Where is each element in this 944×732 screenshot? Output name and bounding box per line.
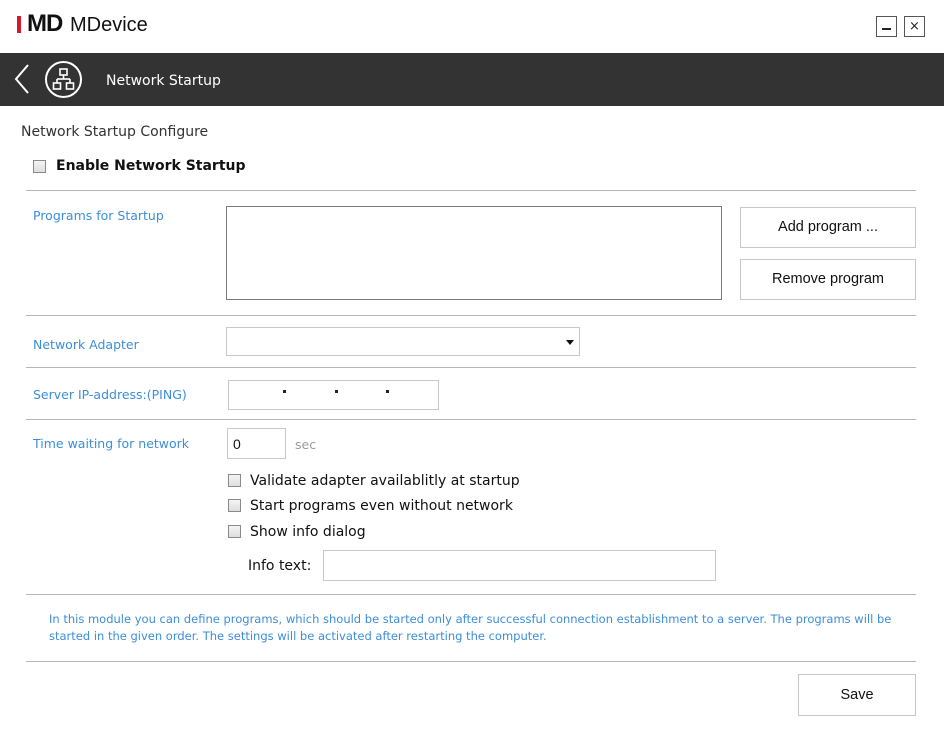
remove-program-button[interactable]: Remove program: [740, 259, 916, 300]
wait-time-unit: sec: [295, 437, 317, 452]
wait-time-input[interactable]: 0: [227, 428, 286, 459]
show-info-dialog-label: Show info dialog: [250, 524, 366, 540]
ip-separator: [283, 390, 286, 393]
divider: [26, 661, 916, 662]
network-adapter-label: Network Adapter: [33, 337, 139, 352]
divider: [26, 367, 916, 368]
save-button[interactable]: Save: [798, 674, 916, 716]
chevron-down-icon[interactable]: [566, 340, 574, 345]
divider: [26, 315, 916, 316]
enable-network-startup-label: Enable Network Startup: [56, 158, 246, 174]
logo-mark: [17, 16, 21, 33]
chevron-left-icon[interactable]: [10, 62, 34, 96]
info-text-label: Info text:: [248, 558, 312, 574]
page-title: Network Startup: [106, 73, 221, 89]
start-without-network-checkbox[interactable]: [228, 499, 241, 512]
network-icon: [45, 61, 82, 98]
show-info-dialog-checkbox[interactable]: [228, 525, 241, 538]
validate-adapter-label: Validate adapter availablitly at startup: [250, 473, 520, 489]
divider: [26, 419, 916, 420]
divider: [26, 190, 916, 191]
minimize-icon[interactable]: [876, 16, 897, 37]
module-description: In this module you can define programs, …: [49, 612, 892, 643]
server-ip-input[interactable]: [228, 380, 439, 410]
network-adapter-select[interactable]: [226, 327, 580, 356]
divider: [26, 594, 916, 595]
validate-adapter-checkbox[interactable]: [228, 474, 241, 487]
start-without-network-label: Start programs even without network: [250, 498, 513, 514]
add-program-button[interactable]: Add program ...: [740, 207, 916, 248]
ip-separator: [386, 390, 389, 393]
ip-separator: [335, 390, 338, 393]
programs-label: Programs for Startup: [33, 208, 164, 223]
wait-time-label: Time waiting for network: [33, 436, 190, 451]
enable-network-startup-checkbox[interactable]: [33, 160, 46, 173]
close-icon[interactable]: ×: [904, 16, 925, 37]
app-title: MDevice: [70, 14, 148, 36]
server-ip-label: Server IP-address:(PING): [33, 387, 187, 402]
logo-text: MD: [27, 10, 63, 37]
programs-list[interactable]: [226, 206, 722, 300]
info-text-input[interactable]: [323, 550, 716, 581]
section-title: Network Startup Configure: [21, 124, 209, 140]
